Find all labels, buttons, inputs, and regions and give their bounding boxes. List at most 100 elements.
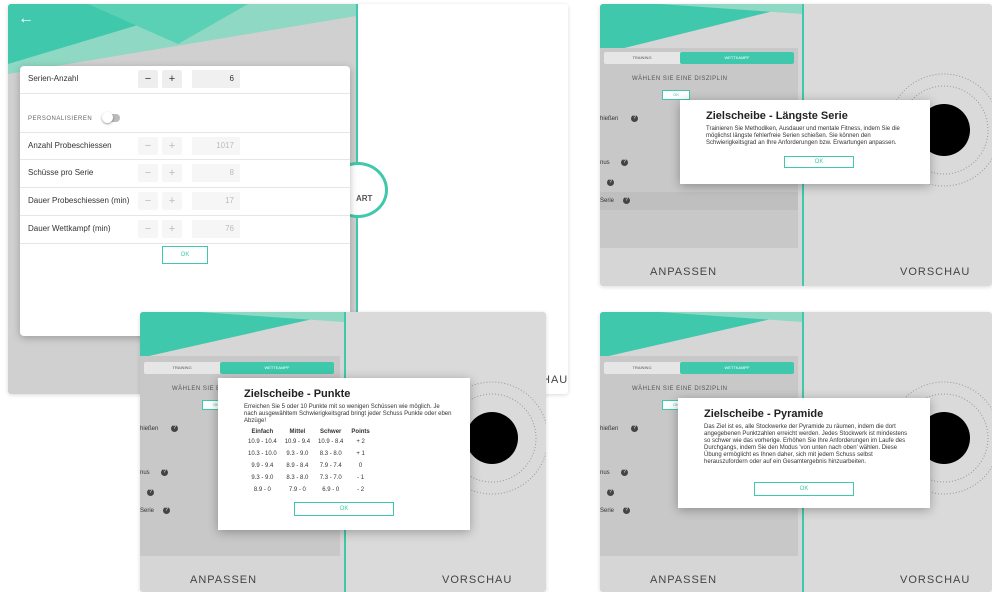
table-cell: 8.9 - 8.4 xyxy=(286,463,309,469)
settings-card: Serien-Anzahl − + 6 PERSONALISIEREN Anza… xyxy=(20,66,350,336)
decrement-button[interactable]: − xyxy=(138,137,158,155)
info-dialog: Zielscheibe - Pyramide Das Ziel ist es, … xyxy=(678,398,930,508)
dialog-title: Zielscheibe - Längste Serie xyxy=(706,110,848,122)
dialog-body: Trainieren Sie Methodiken, Ausdauer und … xyxy=(706,126,900,146)
increment-button[interactable]: + xyxy=(162,192,182,210)
dialog-title: Zielscheibe - Punkte xyxy=(244,388,351,400)
dialog-ok-button[interactable]: OK xyxy=(294,502,394,516)
footer-anpassen[interactable]: ANPASSEN xyxy=(650,574,717,586)
table-cell: 8.3 - 8.0 xyxy=(319,451,342,457)
points-table: Einfach Mittel Schwer Points 10.9 - 10.4… xyxy=(244,428,374,496)
table-cell: 6.9 - 0 xyxy=(322,487,340,493)
help-icon[interactable]: ? xyxy=(607,489,614,496)
value-field[interactable]: 76 xyxy=(192,220,240,238)
help-icon[interactable]: ? xyxy=(623,507,630,514)
row-label: Serien-Anzahl xyxy=(28,74,79,83)
mode-tabs: TRAINING WETTKAMPF xyxy=(144,362,334,374)
table-cell: 9.9 - 9.4 xyxy=(251,463,274,469)
tab-training[interactable]: TRAINING xyxy=(604,52,680,64)
table-header: Mittel xyxy=(289,429,306,435)
help-icon[interactable]: ? xyxy=(621,469,628,476)
table-row: 9.3 - 9.0 8.3 - 8.0 7.3 - 7.0 - 1 xyxy=(244,472,374,484)
ok-button[interactable]: OK xyxy=(662,90,690,100)
table-cell: - 1 xyxy=(357,475,365,481)
table-header-row: Einfach Mittel Schwer Points xyxy=(244,428,374,436)
increment-button[interactable]: + xyxy=(162,220,182,238)
dialog-body: Das Ziel ist es, alle Stockwerke der Pyr… xyxy=(704,424,908,465)
table-cell: 8.3 - 8.0 xyxy=(286,475,309,481)
footer-vorschau[interactable]: VORSCHAU xyxy=(900,574,970,586)
row-label: Dauer Probeschiessen (min) xyxy=(28,196,130,205)
screenshot-pyramide: TRAINING WETTKAMPF WÄHLEN SIE EINE DISZI… xyxy=(600,312,992,592)
choose-discipline-label: WÄHLEN SIE E xyxy=(172,386,221,392)
decrement-button[interactable]: − xyxy=(138,70,158,88)
help-icon[interactable]: ? xyxy=(171,425,178,432)
table-cell: 7.9 - 7.4 xyxy=(319,463,342,469)
back-arrow-icon[interactable]: ← xyxy=(18,10,34,28)
info-dialog: Zielscheibe - Punkte Erreichen Sie 5 ode… xyxy=(218,378,470,530)
table-cell: + 2 xyxy=(356,439,365,445)
dialog-ok-button[interactable]: OK xyxy=(754,482,854,496)
info-dialog: Zielscheibe - Längste Serie Trainieren S… xyxy=(680,100,930,184)
help-icon[interactable]: ? xyxy=(621,159,628,166)
table-cell: 10.9 - 8.4 xyxy=(318,439,344,445)
help-icon[interactable]: ? xyxy=(161,469,168,476)
tab-training[interactable]: TRAINING xyxy=(144,362,220,374)
footer-anpassen[interactable]: ANPASSEN xyxy=(190,574,257,586)
personalize-label: PERSONALISIEREN xyxy=(28,116,93,122)
personalize-toggle[interactable] xyxy=(102,112,120,123)
screenshot-laengste-serie: TRAINING WETTKAMPF WÄHLEN SIE EINE DISZI… xyxy=(600,4,992,286)
value-field[interactable]: 6 xyxy=(192,70,240,88)
decrement-button[interactable]: − xyxy=(138,192,158,210)
choose-discipline-label: WÄHLEN SIE EINE DISZIPLIN xyxy=(632,386,728,392)
footer-anpassen[interactable]: ANPASSEN xyxy=(650,266,717,278)
table-row: 8.9 - 0 7.9 - 0 6.9 - 0 - 2 xyxy=(244,484,374,496)
decrement-button[interactable]: − xyxy=(138,164,158,182)
help-icon[interactable]: ? xyxy=(163,507,170,514)
table-header: Schwer xyxy=(320,429,342,435)
increment-button[interactable]: + xyxy=(162,137,182,155)
help-icon[interactable]: ? xyxy=(623,197,630,204)
dialog-body: Erreichen Sie 5 oder 10 Punkte mit so we… xyxy=(244,404,452,424)
mode-tabs: TRAINING WETTKAMPF xyxy=(604,52,794,64)
dialog-ok-button[interactable]: OK xyxy=(784,156,854,168)
table-cell: 0 xyxy=(358,463,363,469)
value-field[interactable]: 8 xyxy=(192,164,240,182)
table-row: 9.9 - 9.4 8.9 - 8.4 7.9 - 7.4 0 xyxy=(244,460,374,472)
start-label: ART xyxy=(356,194,373,203)
schuesse-row: Schüsse pro Serie − + 8 xyxy=(20,160,350,188)
tab-wettkampf[interactable]: WETTKAMPF xyxy=(220,362,334,374)
table-header: Einfach xyxy=(251,429,274,435)
row-label: Dauer Wettkampf (min) xyxy=(28,224,111,233)
table-cell: 7.9 - 0 xyxy=(288,487,306,493)
row-label: Anzahl Probeschiessen xyxy=(28,141,112,150)
value-field[interactable]: 17 xyxy=(192,192,240,210)
list-item-selected[interactable]: Serie? xyxy=(600,192,798,210)
tab-wettkampf[interactable]: WETTKAMPF xyxy=(680,52,794,64)
decrement-button[interactable]: − xyxy=(138,220,158,238)
increment-button[interactable]: + xyxy=(162,70,182,88)
table-cell: 9.3 - 9.0 xyxy=(286,451,309,457)
help-icon[interactable]: ? xyxy=(631,115,638,122)
help-icon[interactable]: ? xyxy=(147,489,154,496)
ok-button[interactable]: OK xyxy=(162,246,208,264)
help-icon[interactable]: ? xyxy=(631,425,638,432)
probeschiessen-row: Anzahl Probeschiessen − + 1017 xyxy=(20,132,350,160)
tab-training[interactable]: TRAINING xyxy=(604,362,680,374)
table-cell: 10.9 - 9.4 xyxy=(284,439,311,445)
increment-button[interactable]: + xyxy=(162,164,182,182)
help-icon[interactable]: ? xyxy=(607,179,614,186)
mode-tabs: TRAINING WETTKAMPF xyxy=(604,362,794,374)
screenshot-punkte: TRAINING WETTKAMPF WÄHLEN SIE E OK hieße… xyxy=(140,312,546,592)
value-field[interactable]: 1017 xyxy=(192,137,240,155)
footer-vorschau[interactable]: VORSCHAU xyxy=(442,574,512,586)
table-cell: 8.9 - 0 xyxy=(253,487,271,493)
table-row: 10.3 - 10.0 9.3 - 9.0 8.3 - 8.0 + 1 xyxy=(244,448,374,460)
choose-discipline-label: WÄHLEN SIE EINE DISZIPLIN xyxy=(632,76,728,82)
tab-wettkampf[interactable]: WETTKAMPF xyxy=(680,362,794,374)
footer-vorschau[interactable]: VORSCHAU xyxy=(900,266,970,278)
table-row: 10.9 - 10.4 10.9 - 9.4 10.9 - 8.4 + 2 xyxy=(244,436,374,448)
table-cell: 10.3 - 10.0 xyxy=(248,451,277,457)
table-cell: 7.3 - 7.0 xyxy=(319,475,342,481)
serien-anzahl-row: Serien-Anzahl − + 6 xyxy=(20,66,350,94)
